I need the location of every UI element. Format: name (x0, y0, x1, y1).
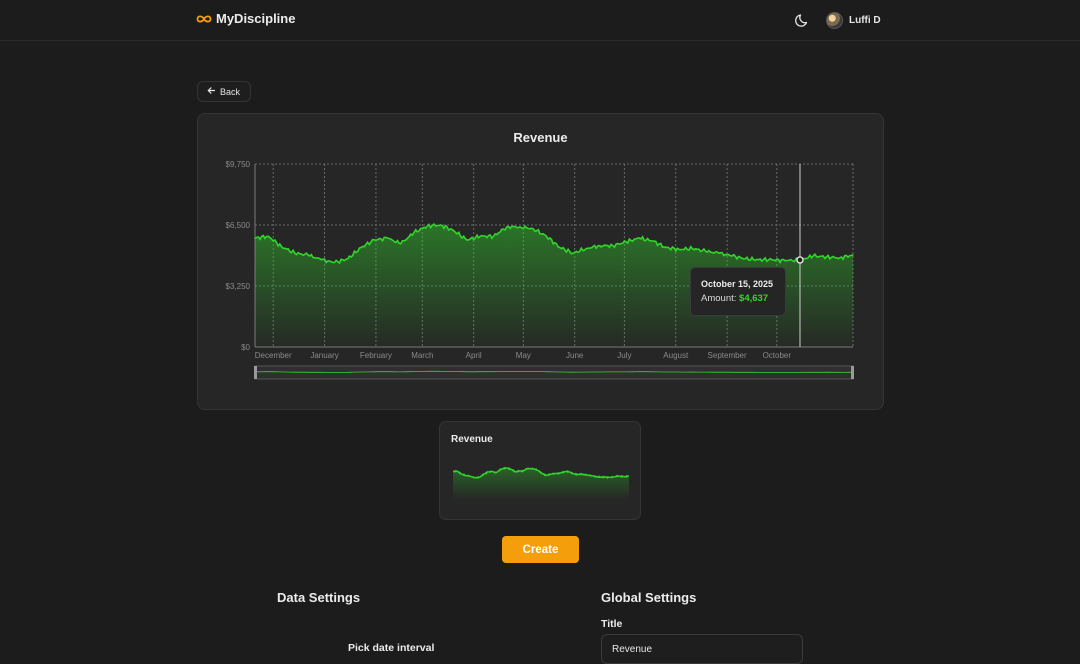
data-point (572, 252, 574, 254)
user-name: Luffi D (849, 15, 881, 26)
revenue-chart-card: Revenue $0 $3,250 $6,500 $9,750 December Janu… (197, 113, 884, 410)
x-tick-label: May (516, 351, 531, 360)
pick-interval-label: Pick date interval (348, 642, 435, 654)
data-point (757, 259, 760, 261)
data-point (612, 245, 614, 247)
x-tick-label: February (360, 351, 392, 360)
data-point (812, 255, 814, 257)
data-point (532, 228, 534, 230)
data-point (704, 250, 707, 252)
user-menu[interactable]: Luffi D (826, 12, 881, 29)
data-point (320, 259, 322, 261)
data-point (360, 246, 362, 249)
x-tick-label: October (763, 351, 792, 360)
data-point (691, 247, 693, 250)
data-point (545, 235, 548, 237)
data-point (744, 258, 746, 260)
avatar (826, 12, 843, 29)
data-settings-title: Data Settings (277, 590, 361, 605)
brand[interactable]: MyDiscipline (196, 11, 295, 26)
chart-tooltip: October 15, 2025 Amount: $4,637 (690, 267, 786, 316)
back-button[interactable]: Back (197, 81, 252, 102)
data-point (678, 248, 680, 250)
title-input[interactable] (601, 634, 803, 664)
data-point (413, 231, 415, 234)
data-point (426, 225, 428, 227)
data-point (373, 239, 375, 241)
x-tick-label: July (617, 351, 631, 360)
x-tick-label: January (310, 351, 338, 360)
data-point (347, 258, 349, 260)
app-name: MyDiscipline (216, 11, 296, 26)
data-point (479, 235, 481, 237)
chart-preview-card[interactable]: Revenue (439, 421, 641, 520)
x-tick-label: September (708, 351, 747, 360)
brush-handle-left (254, 366, 257, 379)
tooltip-date: October 15, 2025 (701, 279, 774, 289)
data-point (267, 235, 269, 237)
data-point (638, 237, 640, 239)
data-point (665, 246, 667, 249)
data-point (439, 224, 442, 226)
create-button[interactable]: Create (502, 536, 579, 563)
back-label: Back (220, 86, 241, 97)
data-point (492, 235, 495, 237)
data-point (771, 259, 773, 261)
data-point (333, 261, 336, 264)
data-point (519, 226, 521, 228)
revenue-chart[interactable]: $0 $3,250 $6,500 $9,750 December January Febru… (198, 114, 885, 411)
data-point (400, 243, 402, 245)
title-field-label: Title (601, 618, 623, 630)
data-point (506, 226, 508, 228)
data-point (466, 239, 468, 241)
data-point (559, 246, 561, 249)
data-point (307, 254, 309, 256)
x-tick-label: August (663, 351, 689, 360)
data-point (651, 240, 654, 242)
data-point (386, 237, 389, 239)
data-point (825, 256, 828, 258)
data-point (254, 237, 256, 239)
y-tick-label: $0 (241, 343, 250, 352)
data-point (718, 252, 720, 254)
brush-handle-right (851, 366, 854, 379)
data-point (852, 254, 854, 256)
top-bar: MyDiscipline Luffi D (0, 0, 1080, 41)
data-point (598, 245, 601, 247)
global-settings-title: Global Settings (601, 590, 697, 605)
x-tick-label: December (255, 351, 292, 360)
y-tick-label: $6,500 (226, 221, 251, 230)
tooltip-amount-label: Amount: (701, 293, 737, 304)
x-tick-label: March (411, 351, 433, 360)
arrow-left-icon (207, 86, 216, 97)
hover-point (796, 256, 804, 264)
x-tick-label: April (466, 351, 482, 360)
data-point (839, 257, 841, 259)
data-point (280, 245, 283, 248)
data-point (625, 241, 627, 243)
y-tick-label: $9,750 (226, 160, 251, 169)
y-tick-label: $3,250 (226, 282, 251, 291)
data-point (294, 252, 296, 254)
moon-icon[interactable] (794, 11, 812, 29)
data-point (453, 230, 455, 232)
tooltip-amount: Amount: $4,637 (701, 293, 785, 304)
data-point (784, 260, 786, 262)
data-point (731, 255, 733, 257)
x-tick-label: June (566, 351, 584, 360)
preview-chart (452, 466, 630, 500)
tooltip-amount-value: $4,637 (739, 293, 769, 304)
infinity-icon (196, 14, 212, 24)
data-point (585, 247, 587, 250)
